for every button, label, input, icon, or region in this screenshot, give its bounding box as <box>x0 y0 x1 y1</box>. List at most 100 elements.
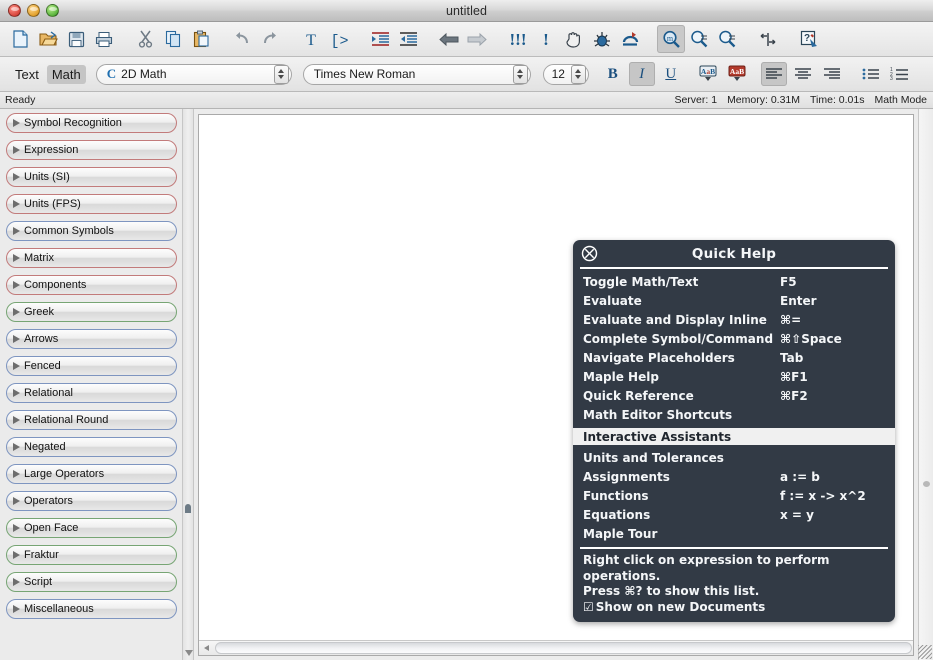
zoom-in-icon[interactable] <box>713 25 741 53</box>
save-icon[interactable] <box>62 25 90 53</box>
font-family-stepper[interactable] <box>512 64 528 84</box>
print-icon[interactable] <box>90 25 118 53</box>
back-arrow-icon[interactable] <box>435 25 463 53</box>
quick-help-row-shortcut: Tab <box>780 350 804 365</box>
debug-icon[interactable] <box>588 25 616 53</box>
palette-expand-triangle-icon <box>13 470 20 478</box>
quick-help-row-shortcut: ⌘F2 <box>780 388 808 403</box>
palette-item[interactable]: Fraktur <box>6 545 177 565</box>
palette-item[interactable]: Fenced <box>6 356 177 376</box>
palette-item-label: Greek <box>24 306 54 318</box>
palette-item[interactable]: Relational <box>6 383 177 403</box>
quick-help-row[interactable]: Complete Symbol/Command ⌘⇧Space <box>573 329 895 348</box>
palette-item[interactable]: Components <box>6 275 177 295</box>
show-on-new-documents-checkbox[interactable]: ☑ <box>583 600 594 614</box>
undo-icon[interactable] <box>228 25 256 53</box>
redo-icon[interactable] <box>256 25 284 53</box>
quick-help-row[interactable]: Quick Reference ⌘F2 <box>573 386 895 405</box>
close-circle-icon[interactable] <box>581 245 598 262</box>
palette-item[interactable]: Greek <box>6 302 177 322</box>
horizontal-scrollbar[interactable] <box>199 640 913 655</box>
font-size-dropdown[interactable]: 12 <box>542 63 589 85</box>
align-right-icon[interactable] <box>819 62 845 86</box>
text-color-icon[interactable]: AaB <box>695 62 721 86</box>
palette-item[interactable]: Relational Round <box>6 410 177 430</box>
stop-icon[interactable] <box>560 25 588 53</box>
indent-in-icon[interactable] <box>366 25 394 53</box>
palette-item[interactable]: Negated <box>6 437 177 457</box>
splitter-collapse-arrow[interactable] <box>185 650 193 656</box>
palette-item-label: Operators <box>24 495 73 507</box>
palette-expand-triangle-icon <box>13 308 20 316</box>
scroll-left-arrow[interactable] <box>199 641 214 656</box>
align-center-icon[interactable] <box>790 62 816 86</box>
zoom-out-icon[interactable] <box>685 25 713 53</box>
palette-item[interactable]: Large Operators <box>6 464 177 484</box>
font-size-stepper[interactable] <box>570 64 586 84</box>
palette-item[interactable]: Miscellaneous <box>6 599 177 619</box>
palette-item[interactable]: Symbol Recognition <box>6 113 177 133</box>
quick-help-row[interactable]: Assignments a := b <box>573 467 895 486</box>
status-message: Ready <box>5 94 36 106</box>
show-on-new-documents-checkbox-row[interactable]: ☑ Show on new Documents <box>583 600 885 616</box>
quick-help-row[interactable]: Math Editor Shortcuts <box>573 405 895 424</box>
math-prompt-icon[interactable]: [> <box>325 25 353 53</box>
palette-item[interactable]: Expression <box>6 140 177 160</box>
text-mode-icon[interactable]: T <box>297 25 325 53</box>
tab-toggle-icon[interactable] <box>754 25 782 53</box>
quick-help-row[interactable]: Units and Tolerances <box>573 448 895 467</box>
palette-item[interactable]: Operators <box>6 491 177 511</box>
palette-item[interactable]: Script <box>6 572 177 592</box>
palette-item[interactable]: Common Symbols <box>6 221 177 241</box>
vertical-scroll-thumb[interactable] <box>923 481 930 487</box>
palette-item[interactable]: Units (SI) <box>6 167 177 187</box>
bold-button[interactable]: B <box>600 62 626 86</box>
quick-help-row[interactable]: Toggle Math/Text F5 <box>573 272 895 291</box>
italic-button[interactable]: I <box>628 62 655 86</box>
quick-help-row[interactable]: Evaluate Enter <box>573 291 895 310</box>
palette-item[interactable]: Units (FPS) <box>6 194 177 214</box>
copy-icon[interactable] <box>159 25 187 53</box>
font-family-dropdown[interactable]: Times New Roman <box>302 63 531 85</box>
quick-help-row[interactable]: Evaluate and Display Inline ⌘= <box>573 310 895 329</box>
quick-help-row-label: Quick Reference <box>583 388 694 403</box>
status-memory: Memory: 0.31M <box>727 94 800 106</box>
open-document-icon[interactable] <box>34 25 62 53</box>
execute-icon[interactable]: ! <box>532 25 560 53</box>
vertical-scrollbar[interactable] <box>918 109 933 660</box>
svg-text:T: T <box>306 32 316 48</box>
text-highlight-icon[interactable]: AaB <box>724 62 750 86</box>
quick-help-row[interactable]: Functions f := x -> x^2 <box>573 486 895 505</box>
indent-out-icon[interactable] <box>394 25 422 53</box>
underline-button[interactable]: U <box>658 62 684 86</box>
new-document-icon[interactable] <box>6 25 34 53</box>
window-resize-grip[interactable] <box>918 645 932 659</box>
palette-sidebar: Symbol Recognition Expression Units (SI) Un… <box>0 109 182 660</box>
cut-icon[interactable] <box>131 25 159 53</box>
paste-icon[interactable] <box>187 25 215 53</box>
quick-help-row[interactable]: Maple Tour <box>573 524 895 543</box>
quick-help-row-shortcut: f := x -> x^2 <box>780 488 866 503</box>
math-mode-label[interactable]: Math <box>46 64 86 84</box>
sidebar-splitter[interactable] <box>182 109 194 660</box>
style-dropdown[interactable]: C 2D Math <box>95 63 292 85</box>
numbered-list-icon[interactable]: 123 <box>887 62 913 86</box>
quick-help-row[interactable]: Navigate Placeholders Tab <box>573 348 895 367</box>
bullet-list-icon[interactable] <box>858 62 884 86</box>
splitter-grip[interactable] <box>185 504 191 513</box>
align-left-icon[interactable] <box>760 62 787 86</box>
text-mode-label[interactable]: Text <box>10 65 44 84</box>
palette-item[interactable]: Arrows <box>6 329 177 349</box>
palette-item[interactable]: Matrix <box>6 248 177 268</box>
style-dropdown-stepper[interactable] <box>273 64 289 84</box>
help-icon[interactable]: ? <box>795 25 823 53</box>
horizontal-scroll-track[interactable] <box>215 642 912 654</box>
palette-item[interactable]: Open Face <box>6 518 177 538</box>
quick-help-row[interactable]: Equations x = y <box>573 505 895 524</box>
zoom-100-icon[interactable]: m <box>657 25 685 53</box>
execute-worksheet-icon[interactable]: !!! <box>504 25 532 53</box>
math-style-glyph: C <box>106 66 117 81</box>
forward-arrow-icon[interactable] <box>463 25 491 53</box>
quick-help-row[interactable]: Maple Help ⌘F1 <box>573 367 895 386</box>
restart-icon[interactable] <box>616 25 644 53</box>
